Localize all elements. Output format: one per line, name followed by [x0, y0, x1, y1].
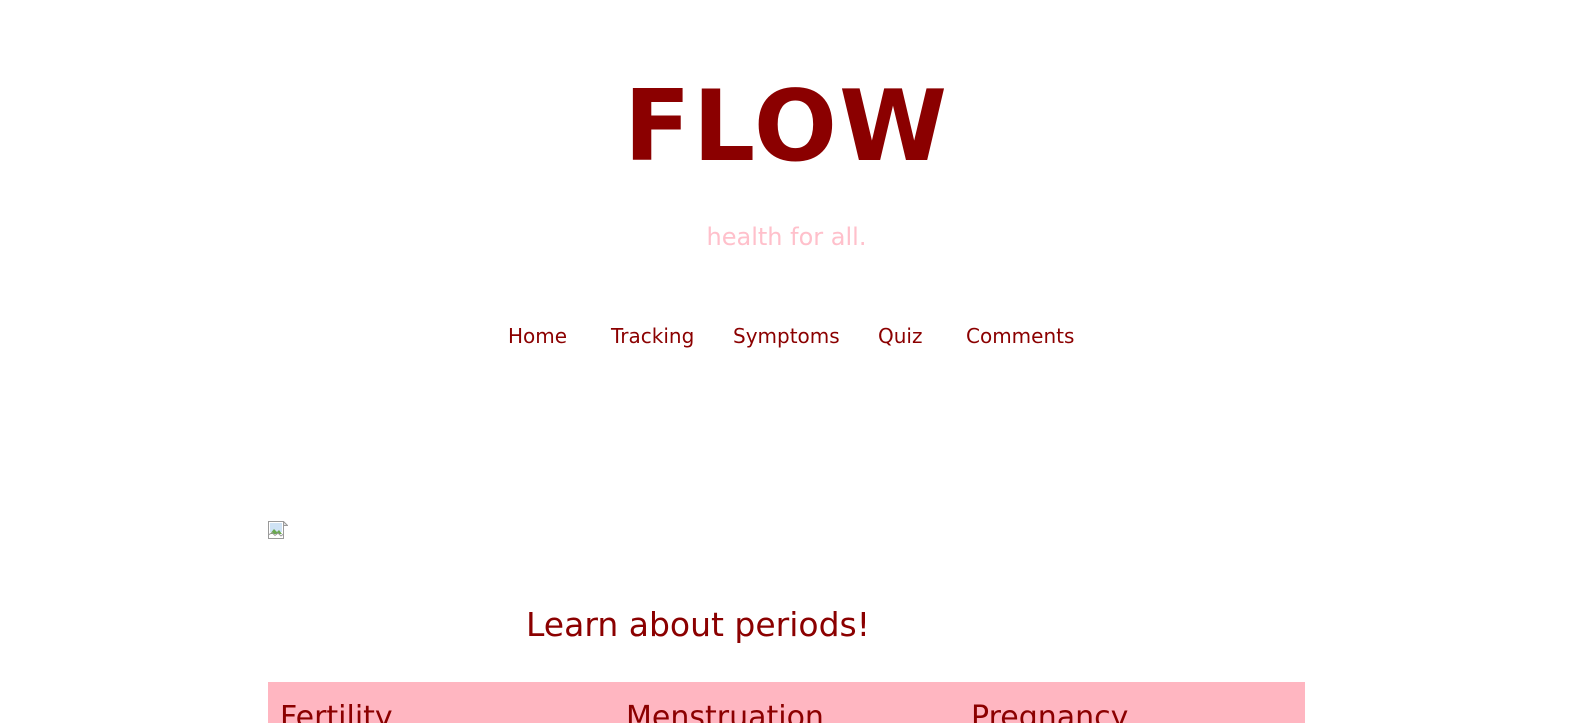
nav-link-quiz[interactable]: Quiz [878, 322, 922, 350]
page: FLOW health for all. Home Tracking Sympt… [0, 0, 1573, 723]
site-title: FLOW [623, 70, 950, 184]
broken-image-icon [268, 520, 289, 541]
nav-link-symptoms[interactable]: Symptoms [733, 322, 840, 350]
section-heading: Learn about periods! [526, 605, 870, 644]
topic-fertility[interactable]: Fertility [280, 698, 393, 723]
topic-menstruation[interactable]: Menstruation [626, 698, 824, 723]
nav-link-home[interactable]: Home [508, 322, 567, 350]
tagline: health for all. [706, 223, 867, 251]
nav-link-comments[interactable]: Comments [966, 322, 1074, 350]
topics-bar: Fertility Menstruation Pregnancy [268, 682, 1305, 723]
main-nav: Home Tracking Symptoms Quiz Comments [0, 322, 1573, 350]
topic-pregnancy[interactable]: Pregnancy [971, 698, 1128, 723]
nav-link-tracking[interactable]: Tracking [611, 322, 694, 350]
